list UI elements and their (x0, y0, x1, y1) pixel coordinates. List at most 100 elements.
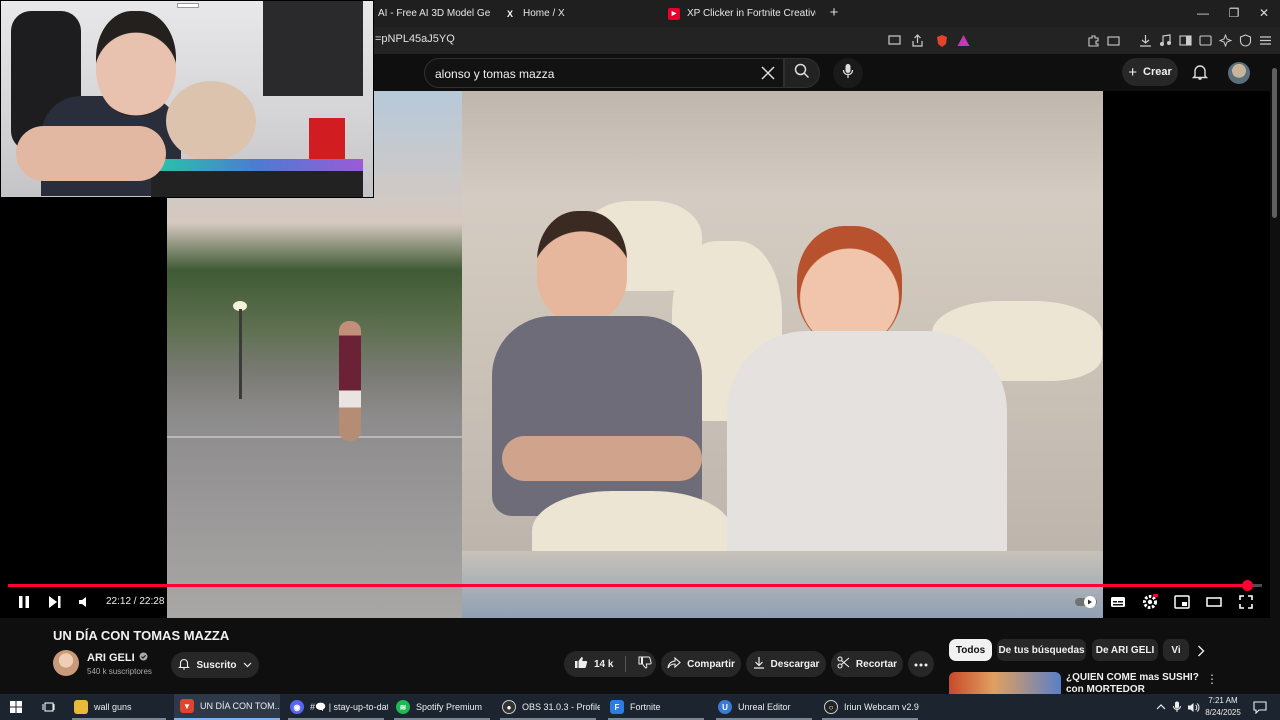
chevron-down-icon (243, 660, 252, 671)
channel-name[interactable]: ARI GELI (87, 652, 148, 664)
pause-icon[interactable] (15, 593, 33, 611)
taskbar-item-brave[interactable]: ▼ UN DÍA CON TOM... (174, 694, 280, 720)
cast-icon[interactable] (887, 33, 902, 48)
court-line (167, 436, 462, 438)
subtitles-icon[interactable] (1109, 593, 1127, 611)
streamer-hand (16, 126, 166, 181)
search-input[interactable]: alonso y tomas mazza (435, 67, 554, 81)
more-vertical-icon[interactable]: ⋮ (1206, 672, 1218, 690)
wallet-card-icon[interactable] (1198, 33, 1213, 48)
taskbar-item-obs[interactable]: ● OBS 31.0.3 - Profile... (496, 694, 600, 720)
task-view-icon[interactable] (38, 694, 58, 720)
brave-shield-icon[interactable] (934, 33, 949, 48)
like-button[interactable]: 14 k (574, 656, 613, 672)
notifications-icon[interactable] (1250, 694, 1270, 720)
woman-head (797, 226, 902, 346)
taskbar-item-discord[interactable]: ◉ #🗨️ | stay-up-to-dat... (284, 694, 388, 720)
theater-mode-icon[interactable] (1205, 593, 1223, 611)
lamp-pole (239, 309, 242, 399)
share-arrow-icon (667, 656, 681, 672)
taskbar-item-wall-guns[interactable]: wall guns (68, 694, 170, 720)
fortnite-icon: F (610, 700, 624, 714)
subscribed-button[interactable]: Suscrito (171, 652, 259, 678)
desk (151, 171, 363, 197)
media-icon[interactable] (1158, 33, 1173, 48)
clock-time: 7:21 AM (1208, 696, 1238, 705)
chip-vistos[interactable]: Vi (1163, 639, 1189, 661)
url-text[interactable]: =pNPL45aJ5YQ (375, 33, 455, 45)
next-video-icon[interactable] (46, 593, 64, 611)
tray-microphone-icon[interactable] (1170, 694, 1184, 720)
video-progress-bar[interactable] (8, 580, 1262, 591)
account-avatar[interactable] (1228, 62, 1250, 84)
speaker-icon[interactable] (1186, 694, 1200, 720)
thumbs-down-icon[interactable] (638, 656, 653, 672)
time-display: 22:12 / 22:28 (106, 596, 165, 607)
taskbar-item-fortnite[interactable]: F Fortnite (604, 694, 708, 720)
download-icon[interactable] (1138, 33, 1153, 48)
taskbar-label: OBS 31.0.3 - Profile... (522, 702, 600, 712)
recommendation-title[interactable]: ¿QUIEN COME mas SUSHI? con MORTEDOR (1066, 672, 1206, 694)
taskbar-item-spotify[interactable]: ≋ Spotify Premium (390, 694, 494, 720)
sidebar-icon[interactable] (1178, 33, 1193, 48)
extensions-icon[interactable] (1086, 33, 1101, 48)
screen: AI - Free AI 3D Model Genera X Home / X … (0, 0, 1280, 720)
chip-todos[interactable]: Todos (949, 639, 992, 661)
recommendation-thumbnail[interactable] (949, 672, 1061, 694)
windows-start-icon[interactable] (6, 694, 26, 720)
voice-search-button[interactable] (833, 58, 863, 88)
settings-gear-icon[interactable] (1141, 593, 1159, 611)
wallet-icon[interactable] (1106, 33, 1121, 48)
miniplayer-icon[interactable] (1173, 593, 1191, 611)
video-frame-right-couch (462, 91, 1103, 618)
x-logo-icon: X (506, 8, 513, 19)
chip-de-tus-busquedas[interactable]: De tus búsquedas (997, 639, 1086, 661)
taskbar-label: Iriun Webcam v2.9 (844, 702, 919, 712)
clear-search-icon[interactable] (759, 64, 777, 82)
create-button[interactable]: + Crear (1122, 58, 1178, 86)
search-box[interactable]: alonso y tomas mazza (424, 58, 784, 88)
new-tab-button[interactable]: + (826, 4, 842, 22)
page-scrollbar[interactable] (1270, 60, 1278, 690)
minimize-icon[interactable]: — (1195, 4, 1211, 22)
monitor (263, 1, 363, 96)
download-button[interactable]: Descargar (746, 651, 826, 677)
close-window-icon[interactable]: ✕ (1256, 4, 1272, 22)
channel-name-text: ARI GELI (87, 652, 135, 664)
man-shirt (492, 316, 702, 516)
video-title: UN DÍA CON TOMAS MAZZA (53, 628, 230, 643)
progress-scrubber[interactable] (1241, 580, 1253, 591)
tab-ai-3d-model[interactable]: AI - Free AI 3D Model Genera (374, 0, 490, 27)
unreal-icon: U (718, 700, 732, 714)
more-actions-button[interactable] (908, 651, 934, 677)
tab-label: Home / X (523, 8, 565, 19)
notifications-bell-icon[interactable] (1191, 63, 1209, 81)
chevron-right-icon[interactable] (1193, 642, 1209, 660)
share-icon[interactable] (910, 33, 925, 48)
scrollbar-thumb[interactable] (1272, 68, 1277, 218)
tab-xp-clicker[interactable]: ▶ XP Clicker in Fortnite Creative! (UEFN (664, 0, 816, 27)
autoplay-toggle[interactable] (1074, 593, 1102, 611)
taskbar-label: Fortnite (630, 702, 661, 712)
taskbar-item-unreal[interactable]: U Unreal Editor (712, 694, 816, 720)
fullscreen-icon[interactable] (1237, 593, 1255, 611)
menu-icon[interactable] (1258, 33, 1273, 48)
share-button[interactable]: Compartir (661, 651, 741, 677)
taskbar-label: Spotify Premium (416, 702, 483, 712)
taskbar-item-iriun[interactable]: ○ Iriun Webcam v2.9 (818, 694, 922, 720)
bell-icon (178, 657, 191, 673)
share-label: Compartir (687, 658, 735, 670)
brave-rewards-icon[interactable] (956, 33, 971, 48)
clip-button[interactable]: Recortar (831, 651, 903, 677)
leo-ai-icon[interactable] (1218, 33, 1233, 48)
volume-icon[interactable] (76, 593, 94, 611)
streamer-knee (166, 81, 256, 161)
chevron-up-icon[interactable] (1154, 694, 1168, 720)
system-clock[interactable]: 7:21 AM 8/24/2025 (1200, 695, 1246, 719)
vpn-icon[interactable] (1238, 33, 1253, 48)
search-button[interactable] (784, 58, 820, 88)
chip-de-ari-geli[interactable]: De ARI GELI (1092, 639, 1158, 661)
channel-avatar[interactable] (53, 650, 79, 676)
maximize-icon[interactable]: ❐ (1226, 4, 1242, 22)
tab-home-x[interactable]: X Home / X (500, 0, 650, 27)
